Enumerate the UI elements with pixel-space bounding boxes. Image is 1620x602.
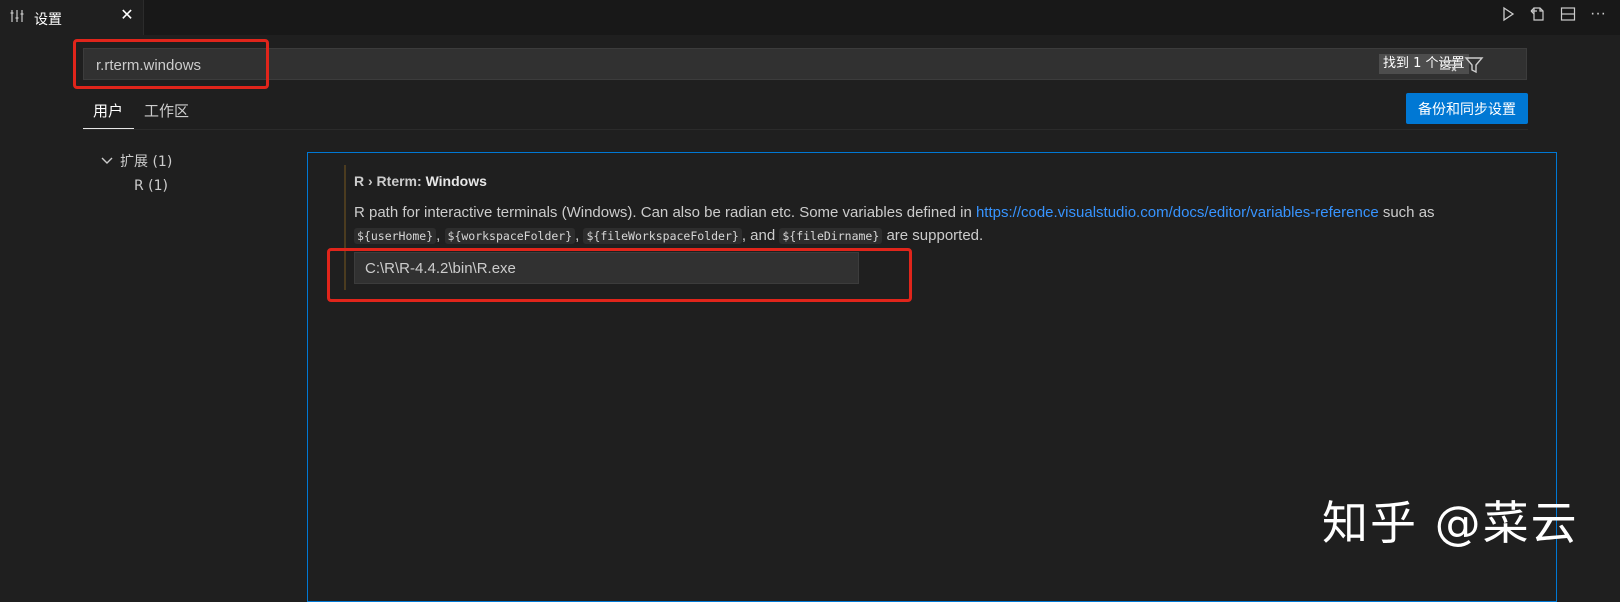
desc-text: such as: [1378, 204, 1435, 221]
more-icon[interactable]: ···: [1586, 2, 1610, 26]
close-icon[interactable]: ✕: [117, 6, 137, 26]
variables-reference-link[interactable]: https://code.visualstudio.com/docs/edito…: [976, 204, 1379, 221]
toc-group-extensions[interactable]: 扩展 (1): [100, 151, 172, 171]
setting-description: R path for interactive terminals (Window…: [354, 201, 1474, 248]
settings-sliders-icon: [10, 10, 24, 22]
toc-item-r[interactable]: R (1): [134, 178, 168, 194]
search-input[interactable]: [94, 49, 1298, 81]
toc-group-label: 扩展 (1): [120, 154, 173, 170]
clear-filter-icon[interactable]: [1438, 55, 1458, 75]
chevron-down-icon: [101, 157, 113, 164]
split-editor-icon[interactable]: [1556, 2, 1580, 26]
setting-category: R › Rterm:: [354, 173, 426, 189]
tab-workspace[interactable]: 工作区: [144, 100, 189, 121]
filter-icon[interactable]: [1464, 55, 1484, 75]
active-tab-indicator: [83, 128, 134, 129]
code-file-workspace-folder: ${fileWorkspaceFolder}: [583, 228, 742, 244]
setting-value-input[interactable]: [354, 252, 859, 284]
desc-sep: , and: [741, 227, 780, 244]
backup-sync-button[interactable]: 备份和同步设置: [1406, 93, 1528, 124]
open-json-icon[interactable]: [1526, 2, 1550, 26]
editor-actions: ···: [1496, 2, 1610, 30]
tab-title: 设置: [34, 12, 62, 28]
modified-indicator: [344, 165, 346, 290]
desc-text: R path for interactive terminals (Window…: [354, 204, 976, 221]
code-file-dirname: ${fileDirname}: [779, 228, 883, 244]
settings-tab[interactable]: 设置 ✕: [0, 0, 144, 35]
tab-user[interactable]: 用户: [93, 100, 123, 121]
code-workspace-folder: ${workspaceFolder}: [444, 228, 576, 244]
desc-sep: ,: [436, 227, 445, 244]
editor-tab-bar: 设置 ✕ ···: [0, 0, 1620, 35]
scope-divider: [83, 129, 1528, 130]
setting-title: R › Rterm: Windows: [354, 173, 487, 189]
run-icon[interactable]: [1496, 2, 1520, 26]
settings-search-box: 找到 1 个设置: [83, 48, 1527, 81]
watermark: 知乎 @菜云: [1322, 496, 1579, 550]
setting-name: Windows: [425, 173, 487, 189]
code-user-home: ${userHome}: [354, 228, 437, 244]
desc-text: are supported.: [882, 227, 984, 244]
